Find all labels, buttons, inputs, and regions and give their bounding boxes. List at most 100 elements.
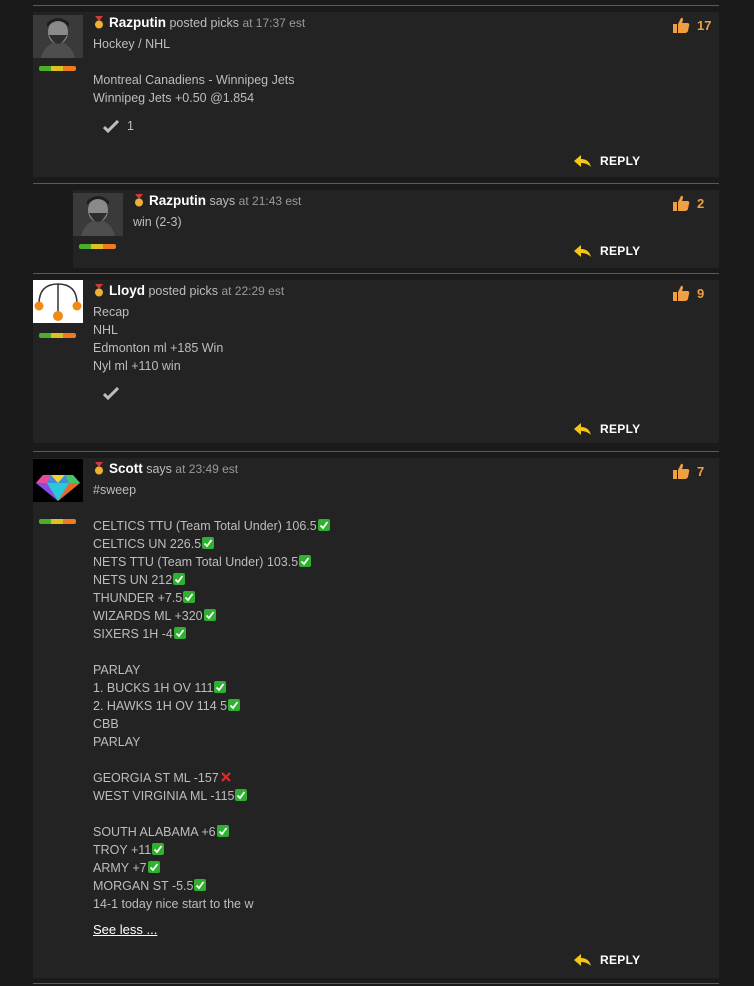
text-line: 2. HAWKS 1H OV 114 5	[93, 697, 330, 715]
text-line-label: CELTICS UN 226.5	[93, 537, 202, 551]
comment-verb: says	[209, 194, 236, 208]
like-button[interactable]: 7	[671, 462, 704, 480]
reply-arrow-icon	[574, 422, 591, 435]
timestamp: at 17:37 est	[242, 16, 306, 30]
avatar[interactable]	[73, 193, 123, 236]
see-less-link[interactable]: See less ...	[93, 922, 157, 937]
text-line-label: #sweep	[93, 483, 137, 497]
text-line: ARMY +7	[93, 859, 330, 877]
text-line: SIXERS 1H -4	[93, 625, 330, 643]
text-line: PARLAY	[93, 733, 330, 751]
text-line-label: CELTICS TTU (Team Total Under) 106.5	[93, 519, 317, 533]
text-line	[93, 805, 330, 823]
text-line: PARLAY	[93, 661, 330, 679]
thumbs-up-icon	[673, 285, 690, 301]
text-line-label: PARLAY	[93, 735, 141, 749]
checkmark-icon	[103, 119, 119, 133]
check-mark-icon	[202, 537, 215, 549]
reply-arrow-icon	[574, 244, 591, 257]
username[interactable]: Razputin	[109, 15, 166, 30]
reply-button[interactable]: REPLY	[574, 422, 640, 436]
username[interactable]: Scott	[109, 461, 143, 476]
check-mark-icon	[173, 627, 186, 639]
text-line-label: 1. BUCKS 1H OV 111	[93, 681, 214, 695]
thumbs-up-icon	[673, 195, 690, 211]
text-line: THUNDER +7.5	[93, 589, 330, 607]
reply-button[interactable]: REPLY	[574, 244, 640, 258]
avatar[interactable]	[33, 15, 83, 58]
reply-arrow-icon	[574, 953, 591, 966]
comment-header: Razputin says at 21:43 est	[133, 193, 301, 209]
text-line-label: GEORGIA ST ML -157	[93, 771, 219, 785]
rating-bar	[39, 519, 76, 524]
like-button[interactable]: 2	[671, 194, 704, 212]
check-mark-icon	[203, 609, 216, 621]
text-line: Nyl ml +110 win	[93, 359, 181, 373]
medal-icon	[95, 462, 103, 475]
text-line: WIZARDS ML +320	[93, 607, 330, 625]
like-count: 17	[697, 17, 712, 33]
comment-verb: posted picks	[169, 16, 239, 30]
comment-card: Razputin says at 21:43 est win (2-3) 2 R…	[73, 190, 719, 268]
comment-body: Recap NHL Edmonton ml +185 Win Nyl ml +1…	[93, 303, 223, 375]
text-line: NETS TTU (Team Total Under) 103.5	[93, 553, 330, 571]
text-line-label: WEST VIRGINIA ML -115	[93, 789, 235, 803]
username[interactable]: Lloyd	[109, 283, 145, 298]
comment-card: Scott says at 23:49 est #sweep CELTICS TT…	[33, 458, 719, 978]
like-button[interactable]: 17	[671, 16, 711, 34]
text-line-label: NETS TTU (Team Total Under) 103.5	[93, 555, 299, 569]
text-line: CELTICS UN 226.5	[93, 535, 330, 553]
check-mark-icon	[173, 573, 186, 585]
timestamp: at 21:43 est	[238, 194, 302, 208]
medal-icon	[95, 16, 103, 29]
like-count: 7	[697, 463, 705, 479]
reply-button[interactable]: REPLY	[574, 953, 640, 967]
text-line: CBB	[93, 715, 330, 733]
text-line-label: ARMY +7	[93, 861, 147, 875]
text-line: 14-1 today nice start to the w	[93, 895, 330, 913]
text-line-label: NETS UN 212	[93, 573, 173, 587]
rating-bar	[79, 244, 116, 249]
check-mark-icon	[299, 555, 312, 567]
text-line: SOUTH ALABAMA +6	[93, 823, 330, 841]
avatar[interactable]	[33, 459, 83, 502]
text-line-label: 2. HAWKS 1H OV 114 5	[93, 699, 228, 713]
vote-button[interactable]: 1	[103, 119, 134, 133]
username[interactable]: Razputin	[149, 193, 206, 208]
text-line: MORGAN ST -5.5	[93, 877, 330, 895]
text-line: WEST VIRGINIA ML -115	[93, 787, 330, 805]
vote-count: 1	[127, 119, 134, 133]
text-line: 1. BUCKS 1H OV 111	[93, 679, 330, 697]
text-line-label: CBB	[93, 717, 119, 731]
text-line: Edmonton ml +185 Win	[93, 341, 224, 355]
text-line-label: TROY +11	[93, 843, 152, 857]
text-line-label: 14-1 today nice start to the w	[93, 897, 254, 911]
comment-header: Lloyd posted picks at 22:29 est	[93, 283, 284, 299]
check-mark-icon	[228, 699, 241, 711]
text-line	[93, 751, 330, 769]
thumbs-up-icon	[673, 17, 690, 33]
check-mark-icon	[317, 519, 330, 531]
text-line: NHL	[93, 323, 119, 337]
text-line: Hockey / NHL	[93, 37, 171, 51]
text-line: win (2-3)	[133, 215, 182, 229]
like-button[interactable]: 9	[671, 284, 704, 302]
text-line: #sweep	[93, 481, 330, 499]
comment-verb: posted picks	[148, 284, 218, 298]
reply-button[interactable]: REPLY	[574, 154, 640, 168]
check-mark-icon	[152, 843, 165, 855]
reply-arrow-icon	[574, 154, 591, 167]
thumbs-up-icon	[673, 463, 690, 479]
comment-card: Lloyd posted picks at 22:29 est Recap NH…	[33, 280, 719, 443]
comment-header: Scott says at 23:49 est	[93, 461, 238, 477]
text-line-label: THUNDER +7.5	[93, 591, 183, 605]
check-mark-icon	[183, 591, 196, 603]
cross-mark-icon	[220, 772, 231, 782]
check-mark-icon	[214, 681, 227, 693]
text-line	[93, 499, 330, 517]
text-line	[93, 53, 295, 71]
avatar[interactable]	[33, 280, 83, 323]
text-line: TROY +11	[93, 841, 330, 859]
text-line: Winnipeg Jets +0.50 @1.854	[93, 91, 255, 105]
vote-button[interactable]	[103, 387, 119, 400]
